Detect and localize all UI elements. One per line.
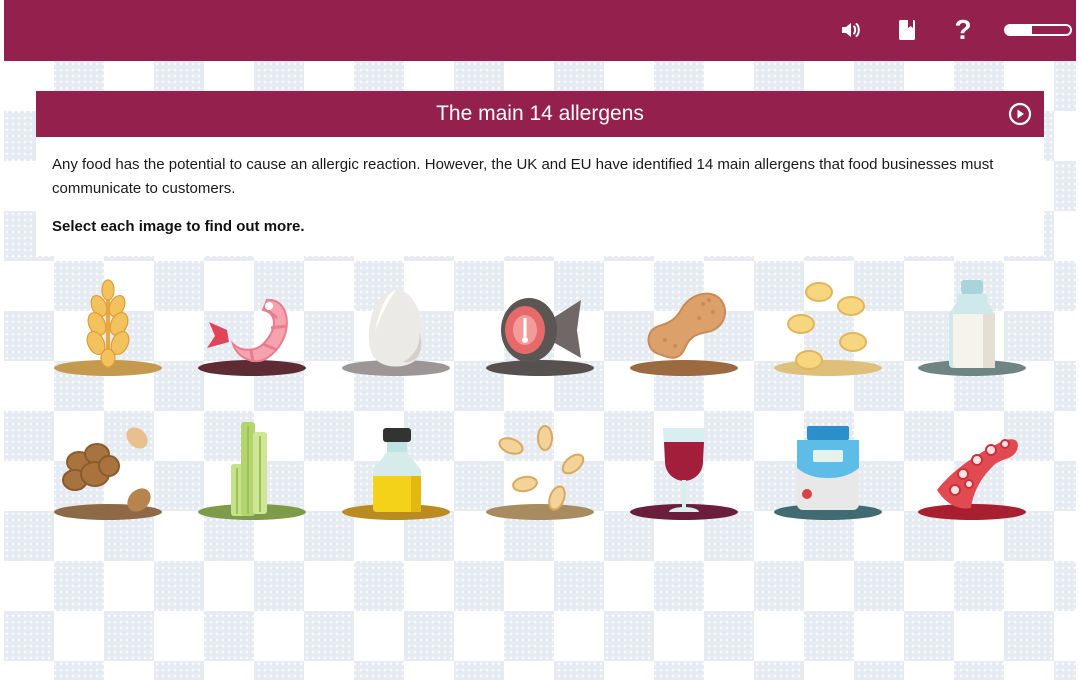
allergen-crustaceans[interactable] <box>197 270 307 380</box>
fish-icon <box>486 298 594 376</box>
allergen-molluscs[interactable] <box>917 414 1027 524</box>
octopus-tentacle-icon <box>918 439 1026 520</box>
instruction-text: Select each image to find out more. <box>52 218 305 235</box>
milk-bottle-icon <box>918 280 1026 376</box>
soya-beans-icon <box>774 282 882 376</box>
speaker-icon[interactable] <box>836 15 866 45</box>
allergen-celery[interactable] <box>197 414 307 524</box>
intro-text: Any food has the potential to cause an a… <box>52 156 994 197</box>
peanut-icon <box>630 292 738 376</box>
progress-fill <box>1006 26 1032 34</box>
bookmark-book-icon[interactable] <box>892 15 922 45</box>
nuts-icon <box>54 427 162 520</box>
allergen-milk[interactable] <box>917 270 1027 380</box>
mustard-bottle-icon <box>342 428 450 520</box>
progress-bar <box>1004 24 1072 36</box>
wheat-icon <box>54 279 162 376</box>
allergen-lupin[interactable] <box>773 414 883 524</box>
allergen-sesame[interactable] <box>485 414 595 524</box>
help-question-icon[interactable]: ? <box>948 15 978 45</box>
play-audio-icon[interactable] <box>1008 102 1032 126</box>
page-title: The main 14 allergens <box>436 102 644 125</box>
allergen-mustard[interactable] <box>341 414 451 524</box>
card-header: The main 14 allergens <box>36 91 1044 137</box>
egg-icon <box>342 290 450 376</box>
allergen-peanuts[interactable] <box>629 270 739 380</box>
celery-icon <box>198 422 306 520</box>
allergen-eggs[interactable] <box>341 270 451 380</box>
content-card: The main 14 allergens Any food has the p… <box>36 91 1044 256</box>
lupin-flour-pack-icon <box>774 426 882 520</box>
allergen-fish[interactable] <box>485 270 595 380</box>
wine-glass-icon <box>630 428 738 520</box>
allergen-cereals-gluten[interactable] <box>53 270 163 380</box>
allergen-tree-nuts[interactable] <box>53 414 163 524</box>
help-glyph: ? <box>954 14 972 45</box>
allergen-soya[interactable] <box>773 270 883 380</box>
sesame-seeds-icon <box>486 425 594 520</box>
allergen-sulphites[interactable] <box>629 414 739 524</box>
prawn-icon <box>198 298 306 376</box>
top-bar: ? <box>4 0 1076 61</box>
